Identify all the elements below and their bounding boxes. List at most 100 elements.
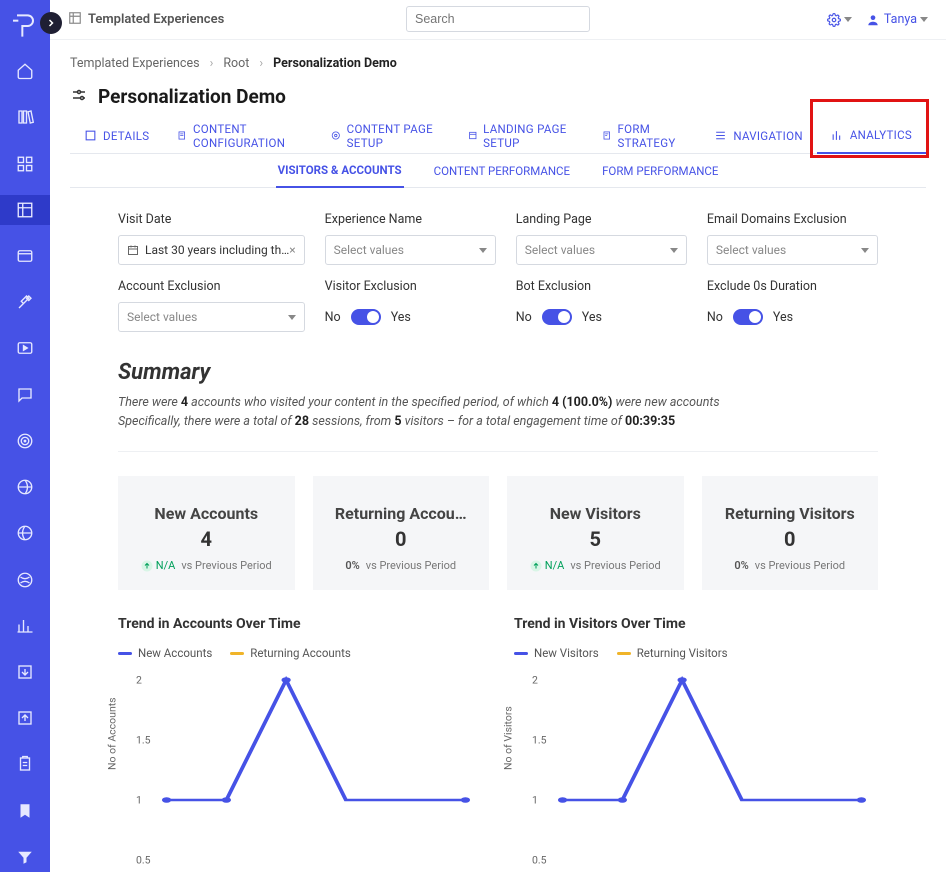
kpi-returning-accounts: Returning Accou… 0 0%vs Previous Period bbox=[313, 476, 490, 590]
kpi-compare: vs Previous Period bbox=[755, 559, 845, 572]
landing-page-select[interactable]: Select values bbox=[516, 235, 687, 265]
summary-heading: Summary bbox=[118, 360, 878, 385]
filter-label: Bot Exclusion bbox=[516, 279, 687, 294]
filter-landing-page: Landing Page Select values bbox=[516, 212, 687, 265]
toggle-yes-label: Yes bbox=[773, 310, 793, 325]
tab-content-configuration[interactable]: CONTENT CONFIGURATION bbox=[163, 118, 317, 153]
kpi-value: 5 bbox=[517, 527, 674, 551]
legend-label: New Visitors bbox=[534, 646, 599, 660]
rail-clipboard[interactable] bbox=[0, 749, 50, 779]
kpi-new-visitors: New Visitors 5 N/Avs Previous Period bbox=[507, 476, 684, 590]
rail-globe1[interactable] bbox=[0, 472, 50, 502]
rail-home[interactable] bbox=[0, 56, 50, 86]
experience-name-select[interactable]: Select values bbox=[325, 235, 496, 265]
toggle-yes-label: Yes bbox=[391, 310, 411, 325]
email-domains-select[interactable]: Select values bbox=[707, 235, 878, 265]
visit-date-picker[interactable]: Last 30 years including th… × bbox=[118, 235, 305, 265]
kpi-returning-visitors: Returning Visitors 0 0%vs Previous Perio… bbox=[702, 476, 879, 590]
toggle-no-label: No bbox=[325, 310, 341, 325]
legend-label: New Accounts bbox=[138, 646, 212, 660]
exclude-zero-toggle[interactable] bbox=[733, 309, 763, 325]
filter-label: Account Exclusion bbox=[118, 279, 305, 294]
chevron-down-icon bbox=[920, 17, 928, 22]
filter-label: Visitor Exclusion bbox=[325, 279, 496, 294]
rail-library[interactable] bbox=[0, 102, 50, 132]
top-bar: Templated Experiences Tanya bbox=[50, 0, 946, 40]
rail-bookmark[interactable] bbox=[0, 796, 50, 826]
tab-analytics[interactable]: ANALYTICS bbox=[817, 119, 926, 154]
tab-navigation[interactable]: NAVIGATION bbox=[700, 118, 816, 153]
subtab-form-performance[interactable]: FORM PERFORMANCE bbox=[600, 154, 720, 187]
tab-content-page-setup[interactable]: CONTENT PAGE SETUP bbox=[317, 118, 453, 153]
settings-button[interactable] bbox=[827, 13, 852, 27]
legend-swatch bbox=[118, 652, 132, 655]
rail-analytics[interactable] bbox=[0, 611, 50, 641]
chart-legend: New Accounts Returning Accounts bbox=[118, 646, 482, 660]
chart-plot: No of Visitors 2 1.5 1 0.5 bbox=[514, 670, 878, 870]
tab-details[interactable]: DETAILS bbox=[70, 118, 163, 153]
filter-bot-exclusion: Bot Exclusion No Yes bbox=[516, 279, 687, 332]
summary-line-2: Specifically, there were a total of 28 s… bbox=[118, 414, 878, 429]
toggle-yes-label: Yes bbox=[582, 310, 602, 325]
chart-title: Trend in Visitors Over Time bbox=[514, 616, 878, 632]
breadcrumb-item[interactable]: Root bbox=[223, 56, 249, 71]
rail-chat[interactable] bbox=[0, 380, 50, 410]
rail-filter[interactable] bbox=[0, 842, 50, 872]
y-tick: 1.5 bbox=[532, 734, 547, 747]
y-tick: 1 bbox=[136, 794, 142, 807]
filter-label: Email Domains Exclusion bbox=[707, 212, 878, 227]
rail-globe2[interactable] bbox=[0, 518, 50, 548]
user-menu[interactable]: Tanya bbox=[866, 12, 928, 27]
rail-grid[interactable] bbox=[0, 148, 50, 178]
app-logo-icon bbox=[9, 10, 41, 42]
content-scroll[interactable]: Templated Experiences › Root › Personali… bbox=[50, 40, 946, 872]
page-title: Personalization Demo bbox=[98, 85, 286, 108]
primary-tabs: DETAILS CONTENT CONFIGURATION CONTENT PA… bbox=[70, 118, 926, 154]
account-exclusion-select[interactable]: Select values bbox=[118, 302, 305, 332]
visitor-exclusion-toggle[interactable] bbox=[351, 309, 381, 325]
kpi-title: New Accounts bbox=[128, 504, 285, 523]
subtab-content-performance[interactable]: CONTENT PERFORMANCE bbox=[432, 154, 572, 187]
kpi-compare: vs Previous Period bbox=[570, 559, 660, 572]
rail-templated-experiences[interactable] bbox=[0, 195, 50, 225]
rail-video[interactable] bbox=[0, 333, 50, 363]
toggle-no-label: No bbox=[516, 310, 532, 325]
chart-accounts-trend: Trend in Accounts Over Time New Accounts… bbox=[118, 616, 482, 870]
y-axis-label: No of Visitors bbox=[502, 706, 515, 770]
layout-icon bbox=[68, 11, 82, 29]
breadcrumb-item[interactable]: Templated Experiences bbox=[70, 56, 200, 71]
rail-assets[interactable] bbox=[0, 241, 50, 271]
y-axis-label: No of Accounts bbox=[106, 697, 119, 770]
line-chart-svg bbox=[150, 670, 482, 870]
sliders-icon bbox=[70, 86, 88, 108]
charts-row: Trend in Accounts Over Time New Accounts… bbox=[118, 616, 878, 870]
rail-globe3[interactable] bbox=[0, 564, 50, 594]
kpi-title: Returning Accou… bbox=[323, 504, 480, 523]
bot-exclusion-toggle[interactable] bbox=[542, 309, 572, 325]
kpi-title: New Visitors bbox=[517, 504, 674, 523]
tab-form-strategy[interactable]: FORM STRATEGY bbox=[588, 118, 700, 153]
expand-rail-button[interactable] bbox=[40, 12, 62, 34]
user-name: Tanya bbox=[884, 12, 917, 27]
kpi-delta: 0% bbox=[734, 559, 748, 572]
subtab-visitors-accounts[interactable]: VISITORS & ACCOUNTS bbox=[276, 155, 404, 188]
rail-export1[interactable] bbox=[0, 657, 50, 687]
filter-experience-name: Experience Name Select values bbox=[325, 212, 496, 265]
rail-export2[interactable] bbox=[0, 703, 50, 733]
legend-swatch bbox=[617, 652, 631, 655]
search-input[interactable] bbox=[406, 6, 590, 32]
rail-tools[interactable] bbox=[0, 287, 50, 317]
kpi-title: Returning Visitors bbox=[712, 504, 869, 523]
chevron-right-icon: › bbox=[210, 56, 214, 71]
rail-target[interactable] bbox=[0, 426, 50, 456]
chart-title: Trend in Accounts Over Time bbox=[118, 616, 482, 632]
workspace-title: Templated Experiences bbox=[68, 11, 224, 29]
tab-landing-page-setup[interactable]: LANDING PAGE SETUP bbox=[454, 118, 588, 153]
chevron-down-icon bbox=[288, 315, 296, 320]
trend-up-icon: N/A bbox=[141, 559, 176, 572]
clear-icon[interactable]: × bbox=[289, 243, 295, 257]
legend-swatch bbox=[230, 652, 244, 655]
filter-visit-date: Visit Date Last 30 years including th… × bbox=[118, 212, 305, 265]
kpi-compare: vs Previous Period bbox=[181, 559, 271, 572]
summary-line-1: There were 4 accounts who visited your c… bbox=[118, 395, 878, 410]
